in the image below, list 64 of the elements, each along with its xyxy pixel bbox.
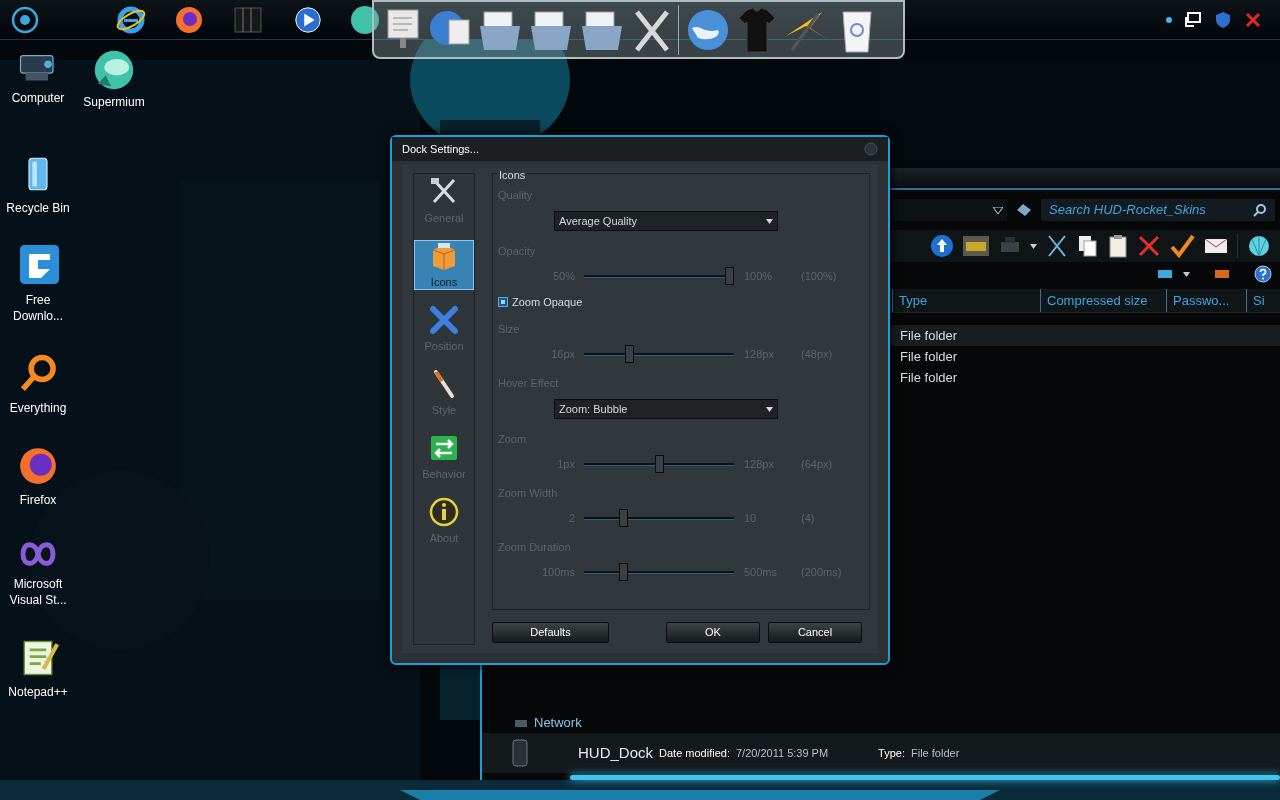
- network-icon[interactable]: [1184, 10, 1202, 29]
- details-value: File folder: [911, 745, 960, 761]
- column-header[interactable]: Passwo...: [1166, 289, 1246, 312]
- shell-icon[interactable]: [1246, 234, 1272, 258]
- window-title: Dock Settings...: [402, 141, 480, 157]
- help-icon[interactable]: [1254, 265, 1272, 283]
- desktop-icon[interactable]: Supermium: [76, 48, 152, 110]
- shield-icon[interactable]: [1214, 10, 1232, 29]
- slider-thumb[interactable]: [619, 509, 629, 527]
- desktop-icon[interactable]: Recycle Bin: [0, 150, 76, 216]
- caret-icon[interactable]: [1030, 243, 1037, 249]
- dialog-button[interactable]: Defaults: [492, 622, 609, 643]
- caret-icon: [766, 218, 773, 224]
- details-label: Type:: [878, 745, 905, 761]
- slider-thumb[interactable]: [654, 455, 664, 473]
- desktop-icon[interactable]: Microsoft Visual St...: [0, 534, 76, 608]
- details-value: 7/20/2011 5:39 PM: [735, 745, 829, 761]
- details-label: Date modified:: [659, 745, 730, 761]
- copy-icon[interactable]: [1077, 234, 1099, 258]
- checkbox[interactable]: [498, 297, 508, 307]
- dropdown[interactable]: Average Quality: [554, 211, 778, 231]
- desktop-icon[interactable]: Firefox: [0, 442, 76, 508]
- checkmark-icon[interactable]: [1169, 234, 1195, 258]
- desktop-icon[interactable]: Computer: [0, 48, 76, 110]
- start-orb-icon[interactable]: [10, 4, 40, 35]
- slider[interactable]: [584, 563, 734, 581]
- slider-thumb[interactable]: [624, 345, 634, 363]
- clipboard-icon[interactable]: [1107, 234, 1129, 258]
- play-icon[interactable]: [293, 4, 323, 35]
- drive-icon[interactable]: [962, 234, 990, 258]
- search-icon: [1253, 203, 1267, 217]
- close-icon[interactable]: [1244, 10, 1262, 29]
- delete-icon[interactable]: [1137, 234, 1161, 258]
- search-field[interactable]: Search HUD-Rocket_Skins: [1041, 199, 1275, 221]
- caret-icon: [766, 406, 773, 412]
- nav-item[interactable]: Network: [534, 713, 582, 733]
- table-cell-text: File folder: [900, 326, 958, 345]
- desktop-icon[interactable]: Everything: [0, 350, 76, 416]
- dialog-button[interactable]: Cancel: [768, 622, 862, 643]
- slider-thumb[interactable]: [725, 267, 734, 285]
- file-name: HUD_Dock: [578, 742, 653, 763]
- slider-thumb[interactable]: [619, 563, 629, 581]
- column-header[interactable]: Compressed size: [1040, 289, 1166, 312]
- cross-icon: [428, 303, 460, 336]
- scissors-icon[interactable]: [1045, 234, 1069, 258]
- nav-tab[interactable]: Icons: [414, 240, 474, 290]
- slider[interactable]: [584, 509, 734, 527]
- slider[interactable]: [584, 267, 734, 285]
- dialog-button[interactable]: OK: [666, 622, 760, 643]
- desktop-icon[interactable]: Notepad++: [0, 634, 76, 700]
- view-icon[interactable]: [1157, 268, 1173, 280]
- app-orb-icon[interactable]: [349, 3, 381, 36]
- checkbox-label: Zoom Opaque: [512, 294, 583, 310]
- caret-icon: [993, 206, 1003, 214]
- slider[interactable]: [584, 345, 734, 363]
- desktop-icon[interactable]: Free Downlo...: [0, 242, 76, 324]
- network-icon: [514, 717, 528, 729]
- caret-icon[interactable]: [1183, 271, 1190, 277]
- preview-pane-icon[interactable]: [1214, 268, 1230, 280]
- column-header[interactable]: Type: [892, 289, 1040, 312]
- column-header[interactable]: Si: [1246, 289, 1272, 312]
- slider[interactable]: [584, 455, 734, 473]
- dropdown[interactable]: Zoom: Bubble: [554, 399, 778, 419]
- info-icon: [428, 495, 460, 528]
